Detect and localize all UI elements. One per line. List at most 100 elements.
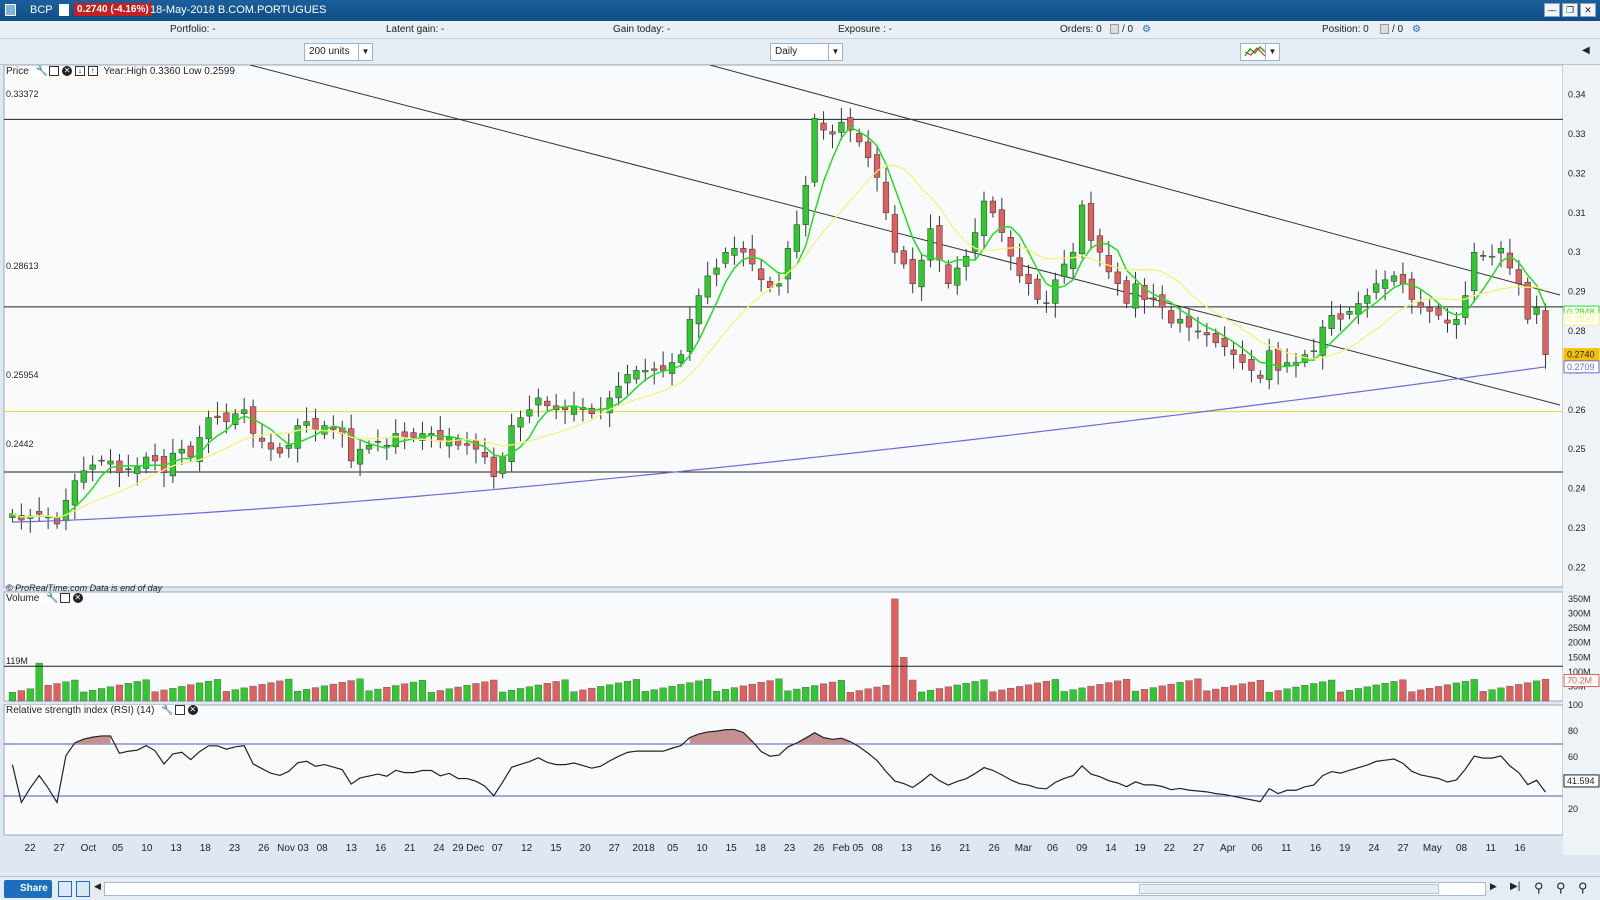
price-tick-label: 0.26 xyxy=(1568,405,1586,415)
chart-area[interactable]: 0.340.330.320.310.30.290.280.270.260.250… xyxy=(0,64,1600,855)
volume-bar xyxy=(1238,683,1247,702)
volume-bar xyxy=(303,689,311,702)
controls-bar: 200 units ▼ Daily ▼ ▼ ◀ xyxy=(0,39,1600,65)
scrollbar-thumb[interactable] xyxy=(1139,884,1439,894)
volume-bar xyxy=(196,682,204,702)
orders-icon[interactable] xyxy=(1110,24,1119,34)
collapse-icon[interactable]: ↑ xyxy=(87,66,98,77)
volume-bar xyxy=(1167,683,1175,702)
chevron-down-icon[interactable]: ▼ xyxy=(828,44,842,60)
volume-bar xyxy=(971,681,979,702)
candle-body xyxy=(1123,280,1130,304)
candle-body xyxy=(829,131,836,135)
candle-body xyxy=(258,437,266,442)
date-tick-label: 19 xyxy=(1135,843,1147,854)
interval-select[interactable]: Daily ▼ xyxy=(770,43,843,61)
volume-bar xyxy=(1461,680,1469,702)
candle-body xyxy=(1453,318,1460,325)
level-label-1: 0.33372 xyxy=(6,89,39,99)
date-tick-label: 18 xyxy=(200,843,212,854)
candle-body xyxy=(1471,251,1478,292)
scroll-left-icon[interactable]: ◀ xyxy=(94,881,101,892)
price-tick-label: 0.22 xyxy=(1568,562,1586,572)
volume-bar xyxy=(730,687,739,702)
candle-body xyxy=(865,141,872,158)
volume-bar xyxy=(597,686,605,702)
wrench-icon[interactable]: 🔧 xyxy=(161,705,173,716)
position-icon[interactable] xyxy=(1380,24,1389,34)
app-icon xyxy=(5,4,16,16)
volume-bar xyxy=(614,682,623,702)
candle-body xyxy=(1408,278,1415,300)
expand-icon[interactable]: ↓ xyxy=(74,66,85,77)
toolbar-icon-1[interactable] xyxy=(58,881,72,897)
volume-tick-label: 350M xyxy=(1568,594,1591,604)
candle-body xyxy=(722,251,729,264)
window-icon[interactable] xyxy=(59,593,70,604)
scroll-right-icon[interactable]: ▶ xyxy=(1490,881,1497,892)
scroll-end-icon[interactable]: ▶| xyxy=(1510,881,1520,892)
volume-bar xyxy=(1212,688,1220,702)
candle-body xyxy=(1176,318,1184,324)
candle-body xyxy=(1382,279,1389,289)
candle-body xyxy=(900,250,907,265)
share-button[interactable]: Share xyxy=(4,880,52,898)
horizontal-scrollbar[interactable] xyxy=(104,882,1486,896)
chevron-down-icon[interactable]: ▼ xyxy=(358,44,372,60)
candle-body xyxy=(918,259,925,288)
position-label: Position: 0 xyxy=(1322,24,1369,35)
zoom-in-icon[interactable]: ⚲ xyxy=(1578,880,1588,896)
candle-body xyxy=(1052,279,1059,304)
close-panel-icon[interactable]: ✕ xyxy=(187,705,198,716)
date-tick-label: 24 xyxy=(433,843,445,854)
zoom-fit-icon[interactable]: ⚲ xyxy=(1534,880,1544,896)
toolbar-icon-2[interactable] xyxy=(76,881,90,897)
volume-bar xyxy=(124,683,132,702)
volume-bar xyxy=(1105,682,1113,702)
volume-bar xyxy=(258,684,266,702)
candle-body xyxy=(169,452,176,477)
chevron-down-icon[interactable]: ▼ xyxy=(1265,44,1279,60)
wrench-icon[interactable]: 🔧 xyxy=(46,593,58,604)
restore-icon[interactable]: ❐ xyxy=(1562,3,1578,17)
volume-bar xyxy=(1541,678,1550,702)
volume-tick-label: 150M xyxy=(1568,652,1591,662)
price-tick-label: 0.25 xyxy=(1568,444,1586,454)
date-tick-label: 18 xyxy=(755,843,767,854)
close-icon[interactable]: ✕ xyxy=(1580,3,1596,17)
date-tick-label: 26 xyxy=(989,843,1001,854)
orders-search-icon[interactable]: ⚙ xyxy=(1142,24,1151,35)
close-panel-icon[interactable]: ✕ xyxy=(62,66,73,77)
volume-bar xyxy=(508,690,516,702)
document-icon[interactable] xyxy=(59,4,69,16)
date-tick-label: 09 xyxy=(1076,843,1088,854)
rsi-panel xyxy=(3,704,1564,836)
date-tick-label: 2018 xyxy=(632,843,655,854)
date-tick-label: Nov 03 xyxy=(277,843,309,854)
candle-body xyxy=(1328,314,1335,329)
minimize-icon[interactable]: — xyxy=(1544,3,1560,17)
orders-label: Orders: 0 xyxy=(1060,24,1102,35)
sidebar-toggle-icon[interactable]: ◀ xyxy=(1582,45,1590,56)
candle-body xyxy=(1266,350,1273,381)
window-icon[interactable] xyxy=(49,66,60,77)
candle-body xyxy=(526,409,533,417)
candle-body xyxy=(125,468,132,471)
ticker-label[interactable]: BCP xyxy=(30,4,53,16)
volume-bar xyxy=(1434,686,1443,702)
candle-body xyxy=(1248,359,1255,371)
window-icon[interactable] xyxy=(174,705,185,716)
volume-bar xyxy=(1274,690,1282,702)
zoom-out-icon[interactable]: ⚲ xyxy=(1556,880,1566,896)
wrench-icon[interactable]: 🔧 xyxy=(36,66,48,77)
volume-last-tag-text: 70.2M xyxy=(1567,676,1592,686)
volume-bar xyxy=(401,683,409,702)
candle-body xyxy=(1132,283,1139,309)
candle-body xyxy=(89,464,96,470)
candle-body xyxy=(1506,252,1513,269)
close-panel-icon[interactable]: ✕ xyxy=(72,593,83,604)
units-select[interactable]: 200 units ▼ xyxy=(304,43,373,61)
price-chart-svg[interactable]: 0.340.330.320.310.30.290.280.270.260.250… xyxy=(0,64,1600,855)
position-search-icon[interactable]: ⚙ xyxy=(1412,24,1421,35)
chart-type-select[interactable]: ▼ xyxy=(1240,43,1280,61)
